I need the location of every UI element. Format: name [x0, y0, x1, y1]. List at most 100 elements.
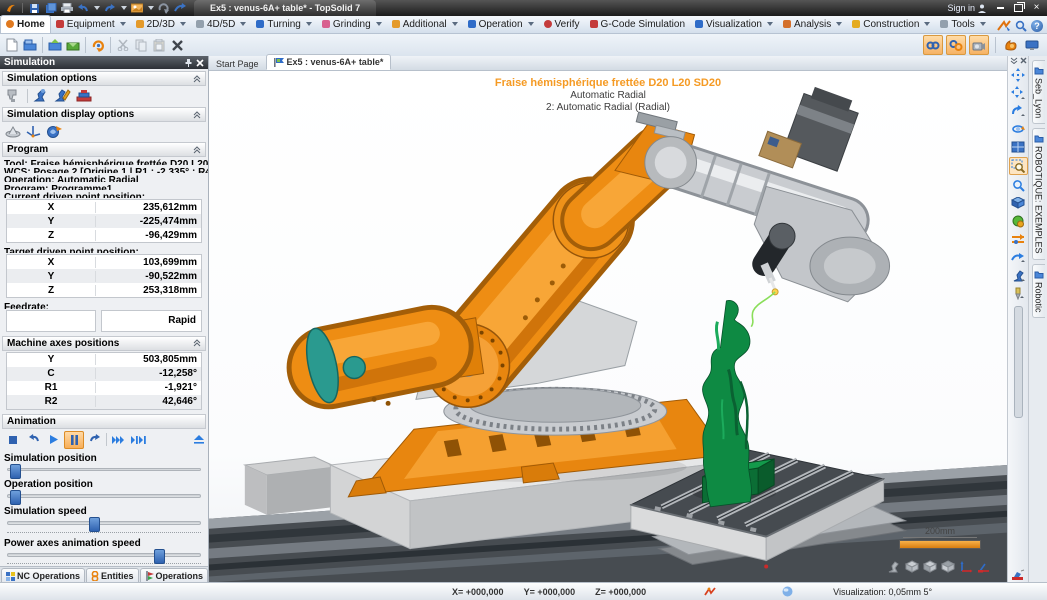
- tool-display-icon[interactable]: [1010, 285, 1027, 301]
- power-axes-speed-slider[interactable]: [7, 553, 201, 557]
- tab-entities[interactable]: Entities: [86, 568, 139, 583]
- undo-dropdown-icon[interactable]: [94, 6, 100, 10]
- screenshot-button[interactable]: [130, 2, 143, 14]
- section-animation[interactable]: Animation: [2, 414, 206, 429]
- machining-simulation-icon[interactable]: [5, 88, 22, 103]
- section-simulation-options[interactable]: Simulation options: [2, 71, 206, 86]
- cut-button[interactable]: [114, 36, 132, 54]
- wcs-axis-icon[interactable]: [959, 560, 973, 573]
- stock-display-icon[interactable]: [5, 125, 21, 138]
- sphere-tolerance-icon[interactable]: [782, 586, 793, 597]
- machine-status-icon[interactable]: [1011, 569, 1025, 581]
- flip-view-icon[interactable]: [1010, 249, 1027, 265]
- copy-button[interactable]: [132, 36, 150, 54]
- zoom-window-icon[interactable]: [1009, 157, 1028, 175]
- collision-check-button[interactable]: [1002, 36, 1020, 54]
- toolpath-status-icon[interactable]: [704, 587, 716, 597]
- tab-gcode-simulation[interactable]: G-Code Simulation: [585, 16, 690, 33]
- undo-button[interactable]: [76, 2, 89, 14]
- rotate-icon[interactable]: [1010, 103, 1027, 119]
- tab-tools[interactable]: Tools: [935, 16, 990, 33]
- render-mode-icon[interactable]: [1010, 213, 1027, 229]
- help-icon[interactable]: ?: [1031, 20, 1043, 32]
- paste-button[interactable]: [150, 36, 168, 54]
- operation-position-slider[interactable]: [7, 494, 201, 498]
- tab-2d3d[interactable]: 2D/3D: [131, 16, 191, 33]
- tab-additional[interactable]: Additional: [387, 16, 463, 33]
- restore-button[interactable]: [1010, 2, 1027, 15]
- tab-nc-operations[interactable]: NC Operations: [1, 568, 85, 583]
- share-button[interactable]: [173, 2, 186, 14]
- close-button[interactable]: ×: [1028, 2, 1045, 15]
- tab-verify[interactable]: Verify: [539, 16, 585, 33]
- side-tab-seb-lyon[interactable]: Seb_Lyon: [1032, 60, 1045, 124]
- camera-follow-toggle[interactable]: [969, 35, 989, 55]
- section-display-options[interactable]: Simulation display options: [2, 107, 206, 122]
- pin-icon[interactable]: [184, 58, 192, 67]
- iso-view-icon[interactable]: [905, 560, 919, 573]
- tab-home[interactable]: Home: [0, 15, 51, 33]
- simulation-speed-slider[interactable]: [7, 521, 201, 525]
- toolbar-overflow-icon[interactable]: [1010, 57, 1018, 64]
- robot-view-icon[interactable]: [887, 560, 901, 573]
- search-icon[interactable]: [1015, 20, 1027, 32]
- material-removal-icon[interactable]: [76, 89, 93, 103]
- rewind-button[interactable]: [24, 432, 42, 448]
- section-view-icon[interactable]: [1010, 231, 1027, 247]
- side-tab-robotic[interactable]: Robotic: [1032, 264, 1045, 319]
- play-button[interactable]: [44, 432, 62, 448]
- tab-analysis[interactable]: Analysis: [778, 16, 847, 33]
- robot-edit-icon[interactable]: [54, 88, 71, 103]
- redo-button[interactable]: [103, 2, 116, 14]
- panel-close-icon[interactable]: [196, 59, 204, 67]
- front-view-icon[interactable]: [923, 560, 937, 573]
- redo-dropdown-icon[interactable]: [121, 6, 127, 10]
- simulation-position-slider[interactable]: [7, 468, 201, 472]
- import-document-button[interactable]: [46, 36, 64, 54]
- toolbar-close-icon[interactable]: [1020, 57, 1027, 64]
- tab-operations[interactable]: Operations: [140, 568, 209, 583]
- pan-mode-icon[interactable]: [1010, 85, 1027, 101]
- side-tab-robotique-exemples[interactable]: ROBOTIQUE: EXEMPLES: [1032, 128, 1045, 260]
- tab-active-document[interactable]: Ex5 : venus-6A+ table*: [266, 54, 392, 70]
- toolpath-display-icon[interactable]: [46, 124, 62, 138]
- step-to-end-button[interactable]: [129, 432, 147, 448]
- quick-command-icon[interactable]: [997, 20, 1011, 32]
- fast-forward-button[interactable]: [109, 432, 127, 448]
- top-view-icon[interactable]: [941, 560, 955, 573]
- forward-button[interactable]: [86, 432, 104, 448]
- export-document-button[interactable]: [64, 36, 82, 54]
- zoom-icon[interactable]: [1010, 177, 1027, 193]
- 3d-scene[interactable]: Fraise hémisphérique frettée D20 L20 SD2…: [209, 71, 1007, 583]
- robot-simulation-icon[interactable]: [33, 88, 49, 103]
- tab-visualization[interactable]: Visualization: [690, 16, 778, 33]
- tab-equipment[interactable]: Equipment: [51, 16, 131, 33]
- tab-grinding[interactable]: Grinding: [317, 16, 387, 33]
- section-program[interactable]: Program: [2, 142, 206, 157]
- pause-button[interactable]: [64, 431, 84, 449]
- toolbar-scrollbar[interactable]: [1014, 306, 1023, 418]
- save-all-button[interactable]: [44, 2, 57, 14]
- kinematics-link-toggle[interactable]: [923, 35, 943, 55]
- pan-icon[interactable]: [1010, 67, 1027, 83]
- section-machine-axes[interactable]: Machine axes positions: [2, 336, 206, 351]
- sign-in-link[interactable]: Sign in: [947, 3, 986, 13]
- shaded-view-icon[interactable]: [1010, 195, 1027, 211]
- tab-4d5d[interactable]: 4D/5D: [191, 16, 251, 33]
- tab-start-page[interactable]: Start Page: [209, 57, 266, 70]
- print-button[interactable]: [60, 2, 73, 14]
- new-document-button[interactable]: [3, 36, 21, 54]
- axes-display-icon[interactable]: [26, 124, 41, 138]
- save-button[interactable]: [28, 2, 41, 14]
- collapse-animation-icon[interactable]: [194, 435, 204, 444]
- view-layout-icon[interactable]: [1010, 139, 1027, 155]
- refresh-button[interactable]: [157, 2, 170, 14]
- orbit-icon[interactable]: [1010, 121, 1027, 137]
- tab-operation[interactable]: Operation: [463, 16, 539, 33]
- tab-construction[interactable]: Construction: [847, 16, 935, 33]
- open-document-button[interactable]: [21, 36, 39, 54]
- remote-screen-button[interactable]: [1023, 36, 1041, 54]
- robot-jog-icon[interactable]: [1010, 267, 1027, 283]
- screenshot-dropdown-icon[interactable]: [148, 6, 154, 10]
- stop-button[interactable]: [4, 432, 22, 448]
